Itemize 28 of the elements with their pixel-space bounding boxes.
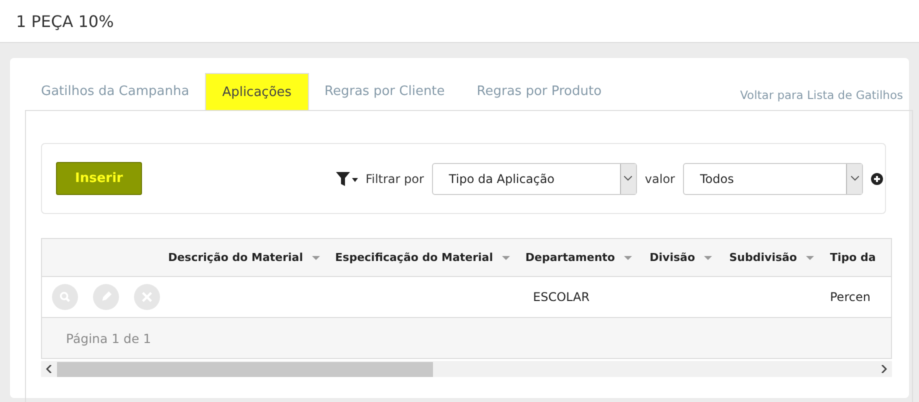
scroll-right-icon[interactable]: [881, 365, 887, 373]
table-cell: Percen: [830, 290, 870, 304]
scrollbar-thumb[interactable]: [57, 362, 433, 376]
sort-caret-icon[interactable]: [624, 256, 632, 260]
sort-caret-icon[interactable]: [312, 256, 320, 260]
column-header[interactable]: Especificação do Material: [335, 251, 493, 264]
column-header[interactable]: Descrição do Material: [168, 251, 303, 264]
plus-circle-icon[interactable]: [871, 172, 883, 184]
column-header[interactable]: Tipo da: [830, 251, 876, 264]
horizontal-scrollbar[interactable]: [41, 361, 892, 377]
scroll-left-icon[interactable]: [46, 365, 52, 373]
sort-caret-icon[interactable]: [502, 256, 510, 260]
column-header[interactable]: Divisão: [650, 251, 695, 264]
sort-caret-icon[interactable]: [704, 256, 712, 260]
chevron-icon: [846, 164, 862, 194]
column-header[interactable]: Departamento: [525, 251, 615, 264]
filter-label: Filtrar por: [366, 172, 424, 186]
filter-funnel-icon[interactable]: [336, 170, 358, 186]
column-header[interactable]: Subdivisão: [729, 251, 797, 264]
sort-caret-icon[interactable]: [806, 256, 814, 260]
table-cell: ESCOLAR: [533, 290, 590, 304]
chevron-icon: [620, 164, 636, 194]
value-select[interactable]: Todos: [683, 162, 863, 194]
tab[interactable]: Aplicações: [205, 73, 309, 110]
page-title: 1 PEÇA 10%: [16, 12, 114, 30]
value-label: valor: [644, 172, 675, 186]
page-indicator: Página 1 de 1: [66, 330, 152, 346]
filter-select[interactable]: Tipo da Aplicação: [432, 162, 637, 194]
